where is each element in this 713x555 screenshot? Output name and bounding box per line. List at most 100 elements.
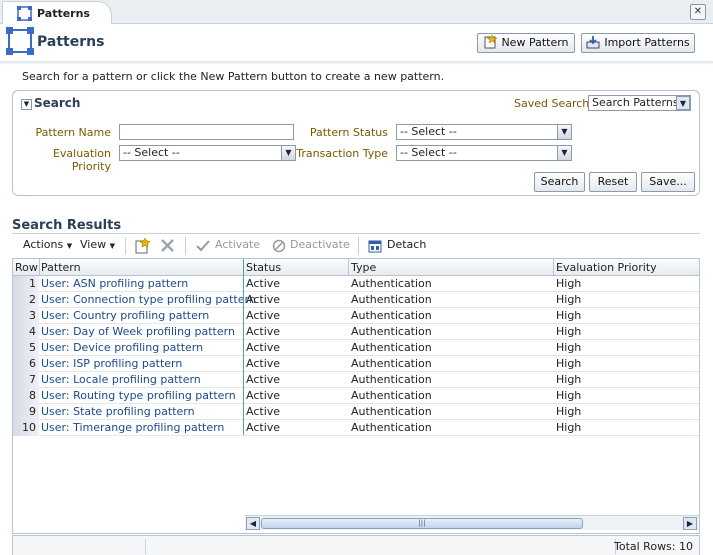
new-pattern-button[interactable]: New Pattern [477, 33, 575, 53]
status-cell: Active [246, 389, 281, 402]
pattern-link[interactable]: User: Timerange profiling pattern [41, 420, 224, 435]
activate-button[interactable]: Activate [215, 238, 260, 251]
chevron-down-icon: ▼ [66, 242, 73, 250]
search-panel: ▼ Search Saved Search Search Patterns ▼ … [12, 90, 700, 196]
checkmark-icon [196, 240, 210, 252]
horizontal-scrollbar[interactable]: ◀ ||| ▶ [245, 515, 699, 530]
chevron-down-icon[interactable]: ▼ [557, 146, 571, 160]
import-patterns-button[interactable]: Import Patterns [581, 33, 695, 53]
column-header-pattern[interactable]: Pattern [41, 261, 81, 274]
priority-cell: High [556, 325, 582, 338]
chevron-down-icon: ▼ [109, 242, 115, 250]
results-table: Row Pattern Status Type Evaluation Prior… [12, 258, 700, 534]
page-title: Patterns [37, 34, 105, 50]
saved-search-select[interactable]: Search Patterns ▼ [588, 95, 691, 111]
chevron-down-icon[interactable]: ▼ [557, 125, 571, 139]
table-row[interactable]: 3 User: Country profiling pattern Active… [13, 308, 699, 324]
table-row[interactable]: 5 User: Device profiling pattern Active … [13, 340, 699, 356]
pattern-link[interactable]: User: Day of Week profiling pattern [41, 324, 235, 339]
table-header: Row Pattern Status Type Evaluation Prior… [13, 259, 699, 276]
actions-label: Actions [23, 238, 64, 251]
deactivate-icon [272, 239, 286, 253]
table-row[interactable]: 10 User: Timerange profiling pattern Act… [13, 420, 699, 436]
status-cell: Active [246, 341, 281, 354]
evaluation-priority-value: -- Select -- [123, 146, 180, 159]
save-button[interactable]: Save... [641, 172, 695, 192]
delete-icon[interactable] [160, 238, 175, 253]
type-cell: Authentication [351, 421, 432, 434]
status-separator [145, 539, 146, 554]
status-cell: Active [246, 421, 281, 434]
create-icon[interactable] [134, 238, 150, 254]
column-header-row[interactable]: Row [15, 261, 38, 274]
pattern-link[interactable]: User: ISP profiling pattern [41, 356, 182, 371]
status-cell: Active [246, 277, 281, 290]
help-text: Search for a pattern or click the New Pa… [22, 70, 445, 83]
priority-cell: High [556, 293, 582, 306]
status-cell: Active [246, 309, 281, 322]
import-icon [586, 36, 600, 49]
collapse-toggle-icon[interactable]: ▼ [21, 99, 32, 110]
pattern-link[interactable]: User: Routing type profiling pattern [41, 388, 236, 403]
pattern-link[interactable]: User: Device profiling pattern [41, 340, 203, 355]
total-rows: Total Rows: 10 [614, 540, 693, 553]
search-button[interactable]: Search [534, 172, 585, 192]
column-separator [348, 259, 349, 276]
pattern-link[interactable]: User: Connection type profiling pattern [41, 292, 256, 307]
new-pattern-label: New Pattern [501, 36, 569, 49]
row-number: 8 [13, 388, 39, 404]
table-row[interactable]: 7 User: Locale profiling pattern Active … [13, 372, 699, 388]
type-cell: Authentication [351, 325, 432, 338]
table-row[interactable]: 6 User: ISP profiling pattern Active Aut… [13, 356, 699, 372]
results-toolbar: Actions ▼ View ▼ Activate Deactivate Det… [12, 234, 700, 258]
table-row[interactable]: 4 User: Day of Week profiling pattern Ac… [13, 324, 699, 340]
table-row[interactable]: 9 User: State profiling pattern Active A… [13, 404, 699, 420]
pattern-link[interactable]: User: Country profiling pattern [41, 308, 209, 323]
column-header-evaluation-priority[interactable]: Evaluation Priority [556, 261, 657, 274]
scrollbar-thumb[interactable]: ||| [261, 518, 583, 529]
table-status-bar: Total Rows: 10 [12, 535, 700, 555]
deactivate-button[interactable]: Deactivate [290, 238, 350, 251]
pattern-status-select[interactable]: -- Select -- ▼ [396, 124, 572, 140]
status-cell: Active [246, 405, 281, 418]
patterns-icon [17, 6, 32, 21]
pattern-status-label: Pattern Status [309, 126, 388, 139]
priority-cell: High [556, 389, 582, 402]
type-cell: Authentication [351, 405, 432, 418]
priority-cell: High [556, 277, 582, 290]
saved-search-label: Saved Search [514, 97, 590, 110]
new-icon [484, 35, 498, 49]
column-header-type[interactable]: Type [351, 261, 376, 274]
pattern-link[interactable]: User: State profiling pattern [41, 404, 195, 419]
type-cell: Authentication [351, 357, 432, 370]
table-row[interactable]: 2 User: Connection type profiling patter… [13, 292, 699, 308]
row-number: 1 [13, 276, 39, 292]
pattern-link[interactable]: User: ASN profiling pattern [41, 276, 188, 291]
actions-menu[interactable]: Actions ▼ [23, 238, 72, 251]
scroll-left-icon[interactable]: ◀ [246, 517, 260, 530]
tab-patterns[interactable]: Patterns [2, 1, 112, 24]
close-icon[interactable]: ✕ [690, 4, 706, 20]
table-row[interactable]: 1 User: ASN profiling pattern Active Aut… [13, 276, 699, 292]
reset-button[interactable]: Reset [589, 172, 637, 192]
column-header-status[interactable]: Status [246, 261, 281, 274]
detach-button[interactable]: Detach [387, 238, 426, 251]
type-cell: Authentication [351, 389, 432, 402]
view-menu[interactable]: View ▼ [80, 238, 115, 251]
scroll-right-icon[interactable]: ▶ [683, 517, 697, 530]
frozen-column-divider [243, 259, 244, 435]
view-label: View [80, 238, 107, 251]
type-cell: Authentication [351, 373, 432, 386]
row-number: 4 [13, 324, 39, 340]
pattern-link[interactable]: User: Locale profiling pattern [41, 372, 201, 387]
row-number: 3 [13, 308, 39, 324]
column-separator [39, 259, 40, 276]
table-row[interactable]: 8 User: Routing type profiling pattern A… [13, 388, 699, 404]
status-cell: Active [246, 373, 281, 386]
search-title: Search [34, 96, 81, 110]
chevron-down-icon[interactable]: ▼ [676, 96, 690, 110]
transaction-type-select[interactable]: -- Select -- ▼ [396, 145, 572, 161]
row-number: 10 [13, 420, 39, 436]
pattern-name-label: Pattern Name [35, 126, 111, 139]
priority-cell: High [556, 341, 582, 354]
